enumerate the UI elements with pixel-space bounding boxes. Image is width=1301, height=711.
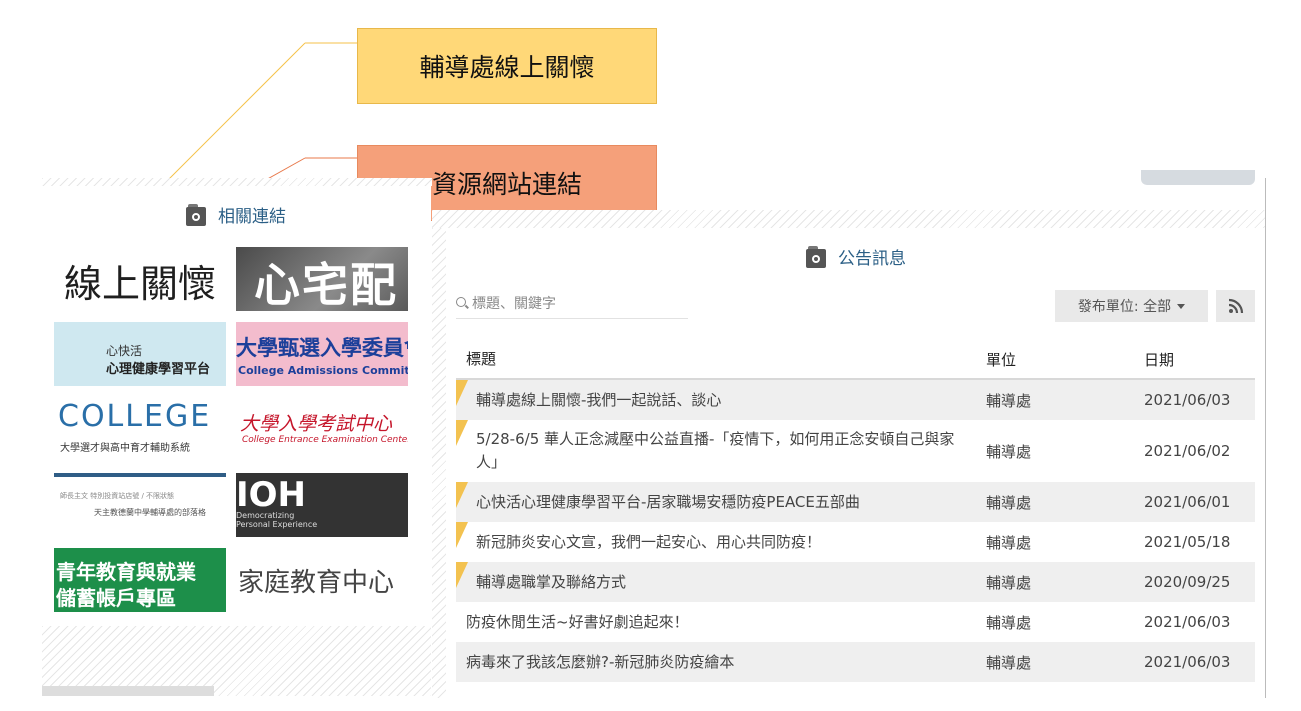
announcement-date: 2021/06/03 [1144,391,1231,409]
right-panel-gutter [432,228,446,698]
pinned-marker-icon [456,420,468,446]
table-row[interactable]: 防疫休閒生活~好書好劇追起來！ 輔導處 2021/06/03 [456,602,1255,642]
tile-label: 心宅配 [254,258,398,311]
link-youth-savings[interactable]: 青年教育與就業 儲蓄帳戶專區 [54,548,226,612]
unit-filter-dropdown[interactable]: 發布單位: 全部 [1055,290,1208,322]
search-input[interactable]: 標題、關鍵字 [456,288,688,319]
announcements-table: 標題 單位 日期 輔導處線上關懷-我們一起說話、談心 輔導處 2021/06/03 5… [456,340,1255,682]
announcement-title-link[interactable]: 輔導處線上關懷-我們一起說話、談心 [456,389,986,412]
announcement-unit: 輔導處 [986,391,1032,410]
announcement-title-link[interactable]: 5/28-6/5 華人正念減壓中公益直播-「疫情下，如何用正念安頓自己與家人」 [456,428,986,474]
link-college-system[interactable]: COLLEGE 大學選才與高中育才輔助系統 [54,397,226,461]
filter-label: 發布單位: 全部 [1077,299,1172,315]
announcement-unit: 輔導處 [986,613,1032,632]
tile-sublabel-line: Democratizing [236,511,295,520]
announcement-date: 2021/05/18 [1144,533,1231,551]
link-family-center[interactable]: 家庭教育中心 [236,548,408,612]
search-icon [456,297,468,309]
table-row[interactable]: 新冠肺炎安心文宣，我們一起安心、用心共同防疫！ 輔導處 2021/05/18 [456,522,1255,562]
link-exam-center[interactable]: 大學入學考試中心 College Entrance Examination Ce… [236,397,408,461]
tile-sublabel: 心理健康學習平台 [106,362,211,377]
tile-label: 線上關懷 [63,262,216,306]
right-panel-border [432,210,1265,228]
pinned-marker-icon [456,380,468,406]
announcement-title-link[interactable]: 新冠肺炎安心文宣，我們一起安心、用心共同防疫！ [456,531,986,554]
top-button[interactable] [1141,170,1255,185]
college-logo: COLLEGE [58,399,212,434]
link-happy-heart[interactable]: 心快活 心理健康學習平台 [54,322,226,386]
link-home-delivery[interactable]: 心宅配 [236,247,408,311]
tile-label: 大學甄選入學委員會 [236,336,408,360]
table-row[interactable]: 5/28-6/5 華人正念減壓中公益直播-「疫情下，如何用正念安頓自己與家人」輔… [456,420,1255,482]
tile-sublabel: Democratizing Personal Experience [236,511,317,529]
table-row[interactable]: 病毒來了我該怎麼辦?-新冠肺炎防疫繪本 輔導處 2021/06/03 [456,642,1255,682]
related-links-title: 相關連結 [218,207,286,227]
tile-sublabel: 大學選才與高中育才輔助系統 [60,443,190,454]
announcement-date: 2021/06/03 [1144,613,1231,631]
announcement-unit: 輔導處 [986,533,1032,552]
announcement-date: 2021/06/01 [1144,493,1231,511]
caret-down-icon [1177,303,1186,309]
column-date: 日期 [1144,350,1175,369]
search-placeholder: 標題、關鍵字 [472,296,556,312]
link-admissions-committee[interactable]: 大學甄選入學委員會 College Admissions Committee [236,322,408,386]
announcements-header: 公告訊息 [447,244,1265,269]
announcement-date: 2021/06/02 [1144,442,1231,460]
announcement-title-link[interactable]: 病毒來了我該怎麼辦?-新冠肺炎防疫繪本 [456,651,986,674]
related-links-header: 相關連結 [42,202,430,227]
tile-sublabel-line: Personal Experience [236,520,318,529]
table-row[interactable]: 心快活心理健康學習平台-居家職場安穩防疫PEACE五部曲 輔導處 2021/06/0… [456,482,1255,522]
announcement-unit: 輔導處 [986,493,1032,512]
pinned-marker-icon [456,562,468,588]
callout-online-care: 輔導處線上關懷 [357,28,657,104]
tile-sublabel: 儲蓄帳戶專區 [56,586,176,610]
pinned-marker-icon [456,482,468,508]
tile-label: 師長主文 特別投資站店號 / 不限狀態 [60,492,175,500]
scrollbar[interactable] [1265,178,1266,698]
announcement-unit: 輔導處 [986,653,1032,672]
section-icon [806,245,826,268]
table-header: 標題 單位 日期 [456,340,1255,380]
column-unit: 單位 [986,350,1017,369]
table-row[interactable]: 輔導處職掌及聯絡方式 輔導處 2020/09/25 [456,562,1255,602]
column-title: 標題 [466,349,497,368]
announcement-title-link[interactable]: 防疫休閒生活~好書好劇追起來！ [456,611,986,634]
tile-label: 心快活 [106,344,143,358]
announcement-date: 2021/06/03 [1144,653,1231,671]
announcement-unit: 輔導處 [986,442,1032,461]
link-ioh[interactable]: IOH Democratizing Personal Experience [236,473,408,537]
tile-label: IOH [236,475,307,515]
pinned-marker-icon [456,522,468,548]
link-counseling-blog[interactable]: 師長主文 特別投資站店號 / 不限狀態 天主教德蘭中學輔導處的部落格 [54,473,226,537]
link-online-care[interactable]: 線上關懷 [42,247,228,311]
tile-label: 大學入學考試中心 [240,413,393,435]
rss-button[interactable] [1216,290,1255,322]
announcement-date: 2020/09/25 [1144,573,1231,591]
announcement-title-link[interactable]: 輔導處職掌及聯絡方式 [456,571,986,594]
bottom-tab[interactable] [42,686,214,696]
tile-sublabel: 天主教德蘭中學輔導處的部落格 [94,508,206,517]
section-icon [186,203,206,226]
tile-sublabel: College Entrance Examination Center [242,435,408,445]
rss-icon [1228,298,1243,314]
tile-label: 家庭教育中心 [238,568,395,598]
tile-label: 青年教育與就業 [56,560,196,584]
announcement-unit: 輔導處 [986,573,1032,592]
tile-sublabel: College Admissions Committee [238,364,408,377]
announcements-title: 公告訊息 [838,249,906,269]
table-row[interactable]: 輔導處線上關懷-我們一起說話、談心 輔導處 2021/06/03 [456,380,1255,420]
left-panel-border [42,178,432,186]
announcement-title-link[interactable]: 心快活心理健康學習平台-居家職場安穩防疫PEACE五部曲 [456,491,986,514]
